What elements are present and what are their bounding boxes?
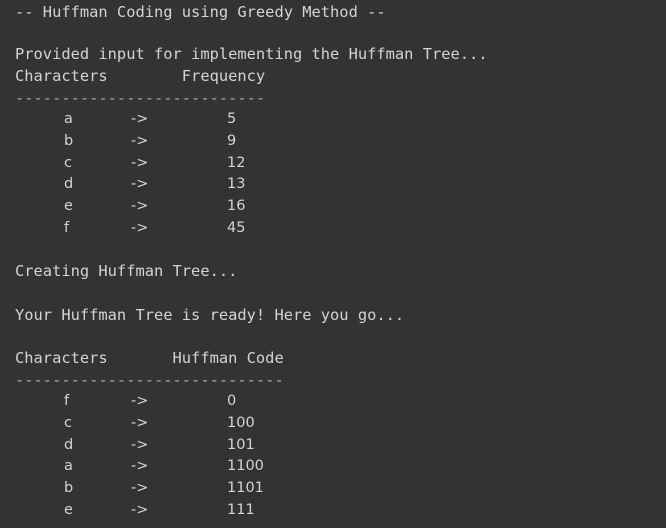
- output-table-divider: -----------------------------: [15, 371, 284, 389]
- output-char: d: [64, 437, 74, 453]
- program-title: -- Huffman Coding using Greedy Method --: [15, 3, 386, 21]
- output-row: b -> 1101: [0, 478, 666, 498]
- input-char: c: [64, 155, 72, 171]
- input-row: a -> 5: [0, 109, 666, 129]
- output-row: e -> 111: [0, 500, 666, 520]
- output-arrow: ->: [131, 437, 149, 453]
- input-table-divider: ---------------------------: [15, 89, 266, 107]
- output-code: 1100: [227, 458, 264, 474]
- ready-message: Your Huffman Tree is ready! Here you go.…: [15, 306, 405, 324]
- input-char: a: [64, 111, 73, 127]
- output-code: 101: [227, 437, 255, 453]
- input-row: c -> 12: [0, 153, 666, 173]
- output-table-header: Characters Huffman Code: [15, 349, 284, 367]
- output-code: 111: [227, 502, 255, 518]
- input-row: f -> 45: [0, 218, 666, 238]
- input-row: d -> 13: [0, 174, 666, 194]
- output-char: e: [64, 502, 73, 518]
- output-code: 100: [227, 415, 255, 431]
- output-char: c: [64, 415, 72, 431]
- input-intro-text: Provided input for implementing the Huff…: [15, 45, 488, 63]
- input-char: b: [64, 133, 74, 149]
- output-arrow: ->: [131, 458, 149, 474]
- input-char: f: [64, 220, 70, 236]
- input-frequency: 45: [227, 220, 246, 236]
- output-row: a -> 1100: [0, 456, 666, 476]
- output-char: f: [64, 393, 70, 409]
- input-arrow: ->: [131, 133, 149, 149]
- input-frequency: 13: [227, 176, 246, 192]
- input-char: e: [64, 198, 73, 214]
- input-arrow: ->: [131, 111, 149, 127]
- input-row: b -> 9: [0, 131, 666, 151]
- output-arrow: ->: [131, 502, 149, 518]
- input-row: e -> 16: [0, 196, 666, 216]
- output-row: d -> 101: [0, 435, 666, 455]
- creating-message: Creating Huffman Tree...: [15, 262, 238, 280]
- input-arrow: ->: [131, 155, 149, 171]
- output-code: 0: [227, 393, 237, 409]
- output-code: 1101: [227, 480, 264, 496]
- input-arrow: ->: [131, 176, 149, 192]
- output-char: a: [64, 458, 73, 474]
- output-row: c -> 100: [0, 413, 666, 433]
- input-frequency: 9: [227, 133, 237, 149]
- output-arrow: ->: [131, 480, 149, 496]
- input-char: d: [64, 176, 74, 192]
- input-frequency: 5: [227, 111, 237, 127]
- output-char: b: [64, 480, 74, 496]
- output-row: f -> 0: [0, 391, 666, 411]
- input-arrow: ->: [131, 220, 149, 236]
- input-table-header: Characters Frequency: [15, 67, 266, 85]
- output-arrow: ->: [131, 393, 149, 409]
- output-arrow: ->: [131, 415, 149, 431]
- input-frequency: 12: [227, 155, 246, 171]
- input-frequency: 16: [227, 198, 246, 214]
- input-arrow: ->: [131, 198, 149, 214]
